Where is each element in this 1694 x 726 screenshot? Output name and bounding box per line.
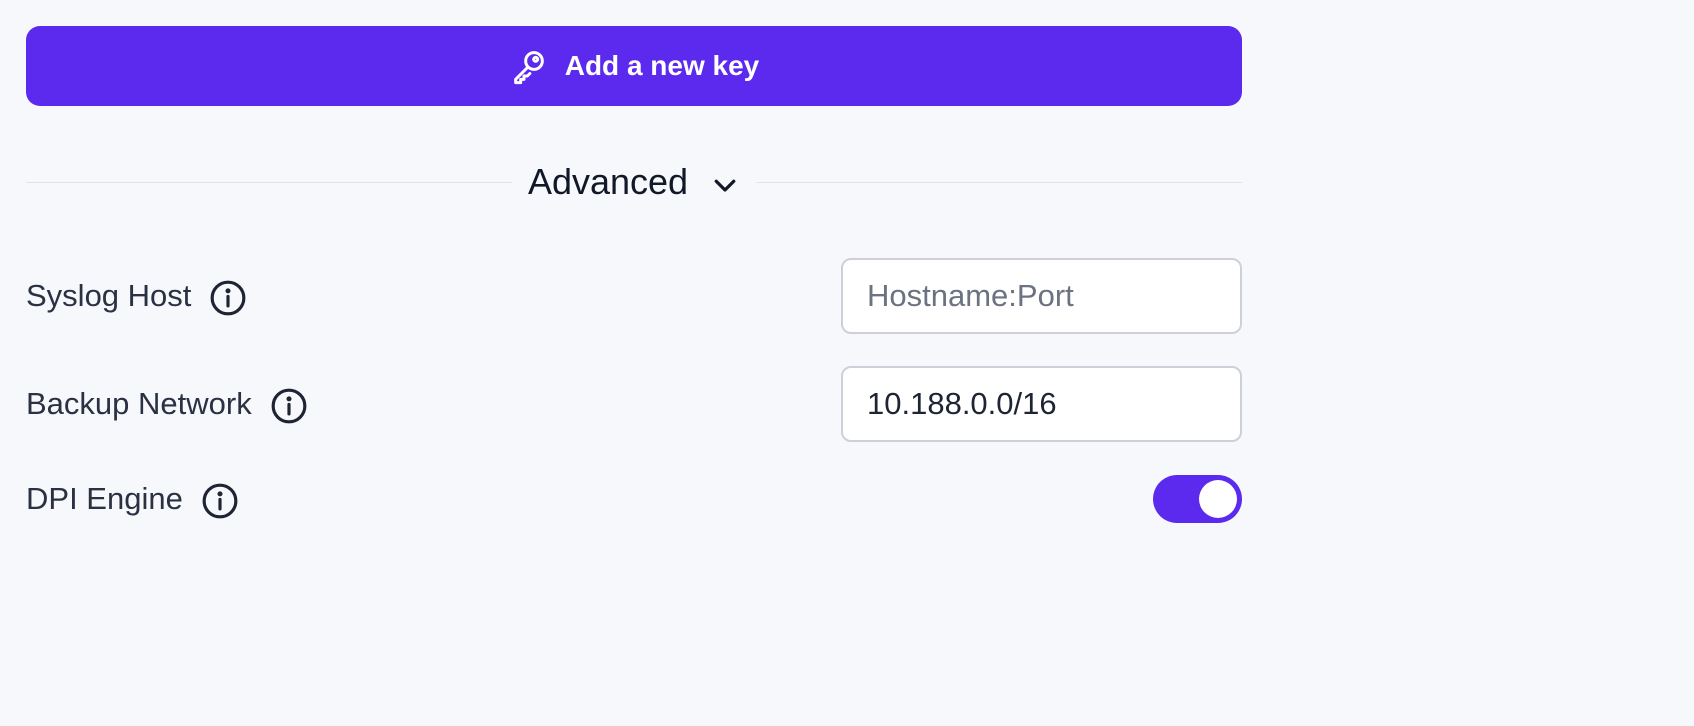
backup-network-input[interactable] xyxy=(841,366,1242,442)
info-icon[interactable] xyxy=(270,387,308,425)
syslog-host-label-group: Syslog Host xyxy=(26,275,247,317)
divider-line-left xyxy=(26,181,512,183)
key-icon xyxy=(509,46,549,86)
advanced-toggle[interactable]: Advanced xyxy=(512,161,756,203)
advanced-divider: Advanced xyxy=(26,160,1242,204)
backup-network-row: Backup Network xyxy=(26,366,1242,442)
add-new-key-button[interactable]: Add a new key xyxy=(26,26,1242,106)
syslog-host-label: Syslog Host xyxy=(26,278,192,313)
info-icon[interactable] xyxy=(201,482,239,520)
syslog-host-row: Syslog Host xyxy=(26,258,1242,334)
chevron-down-icon xyxy=(710,170,740,200)
dpi-engine-row: DPI Engine xyxy=(26,475,1242,523)
toggle-knob xyxy=(1199,480,1237,518)
dpi-engine-label: DPI Engine xyxy=(26,481,183,516)
dpi-engine-toggle[interactable] xyxy=(1153,475,1242,523)
info-icon[interactable] xyxy=(209,279,247,317)
backup-network-label: Backup Network xyxy=(26,386,252,421)
divider-line-right xyxy=(756,181,1242,183)
dpi-engine-label-group: DPI Engine xyxy=(26,478,239,520)
backup-network-label-group: Backup Network xyxy=(26,383,308,425)
advanced-label: Advanced xyxy=(527,161,689,202)
settings-panel: Add a new key Advanced xyxy=(26,26,1242,204)
add-new-key-label: Add a new key xyxy=(564,50,760,81)
syslog-host-input[interactable] xyxy=(841,258,1242,334)
